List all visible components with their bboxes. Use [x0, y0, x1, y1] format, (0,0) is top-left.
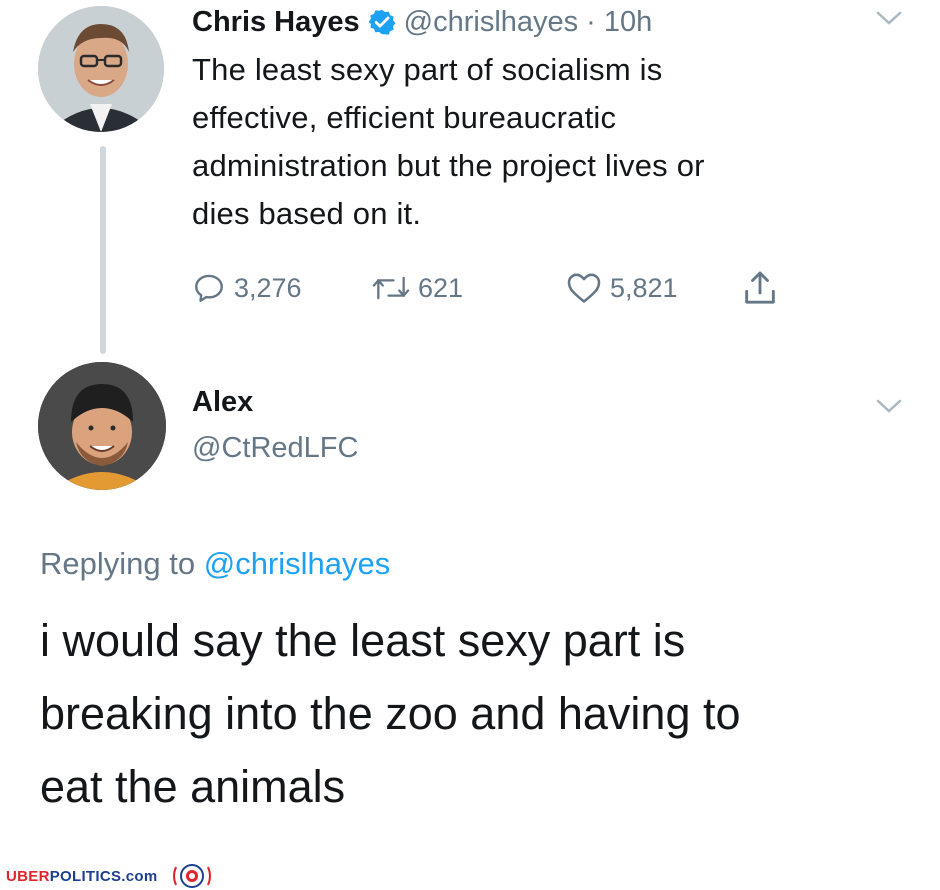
site-watermark: UBER POLITICS .com [6, 862, 214, 890]
reply-count: 3,276 [234, 272, 302, 303]
retweet-icon [372, 276, 410, 300]
tweet-menu-chevron-icon[interactable] [874, 8, 904, 32]
reply-menu-chevron-icon[interactable] [874, 396, 904, 420]
author-name[interactable]: Chris Hayes [192, 6, 360, 39]
share-icon [745, 271, 775, 304]
brand-dotcom: .com [121, 867, 158, 885]
verified-badge-icon [368, 9, 396, 35]
brand-politics: POLITICS [49, 867, 122, 885]
author-handle[interactable]: @chrislhayes [404, 6, 579, 39]
person-photo-icon [38, 6, 164, 132]
reply-body: i would say the least sexy part is break… [40, 604, 920, 823]
reply-text-line: i would say the least sexy part is [40, 615, 686, 666]
reply-action[interactable]: 3,276 [192, 270, 302, 306]
replying-to-line: Replying to @chrislhayes [40, 546, 390, 582]
share-action[interactable] [740, 268, 780, 308]
retweet-action[interactable]: 621 [372, 270, 463, 306]
heart-icon [567, 273, 601, 303]
time-separator: · [586, 5, 596, 38]
reply-author-name[interactable]: Alex [192, 386, 253, 419]
replying-to-link[interactable]: @chrislhayes [204, 546, 391, 581]
tweet-time[interactable]: 10h [604, 6, 652, 39]
tweet-text-line: effective, efficient bureaucratic [192, 100, 617, 135]
reply-bubble-icon [195, 274, 223, 302]
tweet-header: Chris Hayes @chrislhayes · 10h [192, 2, 652, 42]
chris-hayes-avatar[interactable] [38, 6, 164, 132]
reply-author-handle[interactable]: @CtRedLFC [192, 432, 358, 465]
tweet-text-line: dies based on it. [192, 196, 422, 231]
tweet-text-line: administration but the project lives or [192, 148, 705, 183]
lion-crest-logo-icon [172, 864, 211, 888]
like-count: 5,821 [610, 272, 678, 303]
replying-to-label: Replying to [40, 546, 196, 581]
reply-text-line: eat the animals [40, 761, 346, 812]
tweet-text-line: The least sexy part of socialism is [192, 52, 663, 87]
like-action[interactable]: 5,821 [566, 270, 678, 306]
person-photo-icon [38, 362, 166, 490]
retweet-count: 621 [418, 272, 464, 303]
tweet-body: The least sexy part of socialism is effe… [192, 46, 912, 238]
thread-connector-line [100, 146, 106, 354]
alex-avatar[interactable] [38, 362, 166, 490]
reply-text-line: breaking into the zoo and having to [40, 688, 741, 739]
brand-uber: UBER [6, 867, 50, 885]
